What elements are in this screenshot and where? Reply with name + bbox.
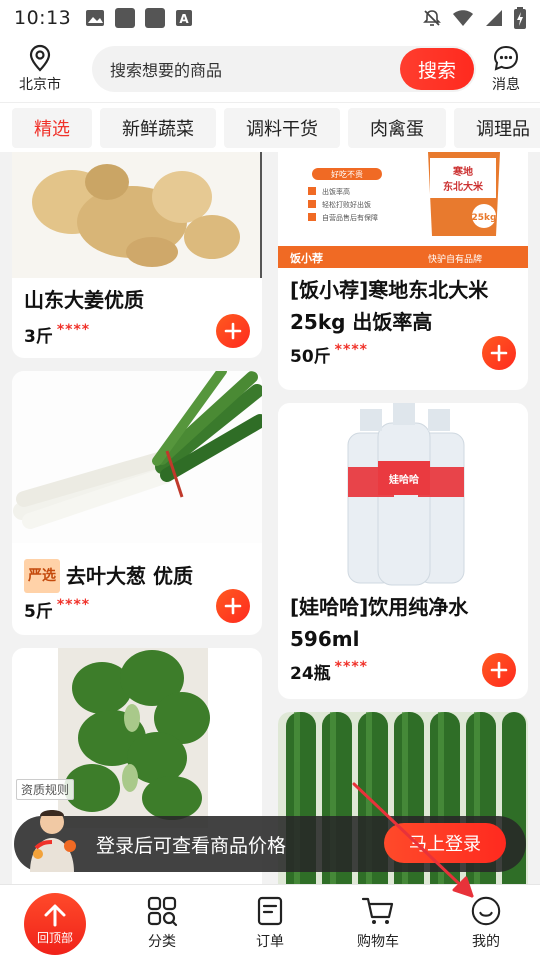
tab-fresh-vegetables[interactable]: 新鲜蔬菜 [100, 107, 216, 148]
nav-orders[interactable]: 订单 [235, 895, 305, 951]
svg-text:A: A [180, 12, 190, 26]
product-title: [饭小荐]寒地东北大米25kg 出饭率高 [290, 278, 489, 334]
nav-category-label: 分类 [148, 934, 176, 950]
product-title: [娃哈哈]饮用纯净水596ml [290, 595, 469, 651]
yanxuan-badge: 严选 [24, 559, 60, 593]
rice-feature-2: 轻松打败好出饭 [322, 200, 371, 209]
arrow-up-icon [44, 904, 66, 926]
price-hidden-stars: **** [56, 322, 91, 338]
svg-text:娃哈哈: 娃哈哈 [388, 473, 419, 486]
tab-featured[interactable]: 精选 [12, 107, 92, 148]
nav-cart-label: 购物车 [357, 934, 399, 950]
add-to-cart-button[interactable] [482, 653, 516, 687]
tab-prepared-food[interactable]: 调理品 [454, 107, 540, 148]
product-card-scallion[interactable]: 严选 去叶大葱 优质 5斤 **** [12, 371, 262, 635]
location-label: 北京市 [19, 77, 61, 93]
nav-cart[interactable]: 购物车 [343, 895, 413, 951]
tab-seasonings[interactable]: 调料干货 [224, 107, 340, 148]
status-notifications: A [85, 8, 193, 28]
ginger-image [12, 152, 262, 278]
unit-text: 5斤 [24, 602, 53, 622]
add-to-cart-button[interactable] [216, 589, 250, 623]
unit-text: 50斤 [290, 347, 331, 367]
unit-text: 3斤 [24, 327, 53, 347]
gallery-icon [86, 10, 105, 26]
message-bubble-icon [493, 45, 519, 71]
add-to-cart-button[interactable] [216, 314, 250, 348]
product-unit: 24瓶 **** [290, 659, 368, 684]
messages-button[interactable]: 消息 [492, 44, 520, 94]
messages-label: 消息 [492, 77, 520, 93]
back-to-top-label: 回顶部 [36, 930, 73, 945]
price-hidden-stars: **** [334, 342, 368, 358]
plus-icon [224, 322, 242, 340]
rice-feature-3: 自营品售后有保障 [322, 213, 378, 222]
tab-meat-poultry-eggs[interactable]: 肉禽蛋 [348, 107, 446, 148]
product-feed: 山东大姜优质 3斤 **** 好吃不贵 出饭率高 轻松打败好出饭 自营品售后有保障… [0, 152, 540, 884]
nav-orders-label: 订单 [256, 934, 284, 950]
product-card-rice[interactable]: 好吃不贵 出饭率高 轻松打败好出饭 自营品售后有保障 寒地 东北大米 25kg … [278, 152, 528, 390]
category-tabs: 精选 新鲜蔬菜 调料干货 肉禽蛋 调理品 [0, 102, 540, 152]
login-prompt-text: 登录后可查看商品价格 [96, 834, 287, 857]
nav-mine-label: 我的 [472, 934, 500, 950]
rice-tagline: 好吃不贵 [331, 169, 363, 179]
back-to-top-button[interactable]: 回顶部 [24, 893, 86, 955]
search-button[interactable]: 搜索 [400, 48, 474, 90]
nav-mine[interactable]: 我的 [451, 895, 521, 951]
product-card-water[interactable]: 娃哈哈 [娃哈哈]饮用纯净水596ml 24瓶 **** [278, 403, 528, 699]
wifi-icon [453, 10, 473, 26]
svg-text:寒地: 寒地 [452, 165, 473, 178]
product-title: 严选 去叶大葱 优质 [24, 559, 252, 593]
smile-face-icon [471, 896, 501, 926]
price-hidden-stars: **** [56, 597, 91, 613]
rice-bag-weight: 25kg [472, 213, 497, 223]
qualification-rules-link[interactable]: 资质规则 [16, 779, 75, 800]
product-unit: 5斤 **** [24, 597, 90, 622]
search-input[interactable]: 搜索想要的商品 搜索 [92, 46, 476, 92]
category-grid-icon [147, 896, 178, 927]
price-hidden-stars: **** [334, 659, 368, 675]
rice-feature-1: 出饭率高 [322, 187, 350, 196]
water-bottles-image: 娃哈哈 [278, 403, 528, 587]
product-card-ginger[interactable]: 山东大姜优质 3斤 **** [12, 152, 262, 358]
product-title: 山东大姜优质 [24, 288, 144, 312]
add-to-cart-button[interactable] [482, 336, 516, 370]
bottom-nav: 回顶部 分类 订单 购物车 我的 [0, 884, 540, 960]
title-text: 去叶大葱 优质 [66, 564, 193, 588]
signal-icon [486, 10, 502, 26]
plus-icon [490, 661, 508, 679]
status-bar: 10:13 A [0, 0, 540, 36]
rice-banner-slogan: 快驴自有品牌 [428, 253, 482, 265]
chef-avatar-icon [30, 810, 76, 872]
product-unit: 50斤 **** [290, 342, 368, 367]
product-unit: 3斤 **** [24, 322, 90, 347]
order-document-icon [257, 896, 283, 926]
app-notification-icon [115, 8, 136, 28]
unit-text: 24瓶 [290, 664, 331, 684]
search-placeholder: 搜索想要的商品 [110, 61, 223, 80]
rice-banner-brand: 饭小荐 [289, 251, 323, 265]
rice-bag-image: 好吃不贵 出饭率高 轻松打败好出饭 自营品售后有保障 寒地 东北大米 25kg … [278, 152, 528, 268]
header: 北京市 搜索想要的商品 搜索 消息 [0, 36, 540, 102]
app-notification-icon [145, 8, 166, 28]
location-pin-icon [29, 44, 51, 72]
login-banner: 登录后可查看商品价格 马上登录 [14, 810, 526, 872]
svg-text:东北大米: 东北大米 [443, 180, 484, 193]
mute-icon [423, 10, 441, 26]
battery-icon [514, 7, 526, 29]
location-selector[interactable]: 北京市 [10, 44, 70, 94]
text-a-icon: A [176, 10, 193, 26]
plus-icon [490, 344, 508, 362]
shopping-cart-icon [361, 897, 394, 924]
login-now-button[interactable]: 马上登录 [384, 823, 506, 863]
scallion-image [12, 371, 262, 543]
plus-icon [224, 597, 242, 615]
status-system-icons [422, 7, 526, 29]
bokchoy-image [12, 648, 262, 828]
nav-category[interactable]: 分类 [127, 895, 197, 951]
status-time: 10:13 [14, 7, 72, 29]
